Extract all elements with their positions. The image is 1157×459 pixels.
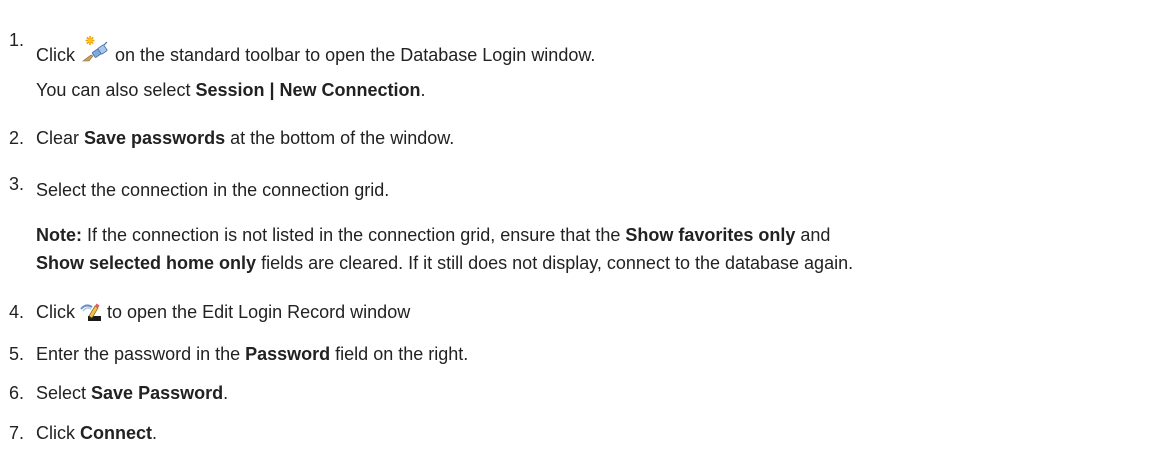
new-connection-icon[interactable] <box>80 34 110 64</box>
step-number: 1. <box>9 30 25 50</box>
step-number: 4. <box>9 302 25 322</box>
step-3-note-line-1: Note: If the connection is not listed in… <box>36 225 831 245</box>
step-2-text: Clear Save passwords at the bottom of th… <box>36 128 455 148</box>
edit-login-record-icon[interactable] <box>80 302 102 322</box>
step-4-text: Click to open the Edit Login Record wind… <box>36 302 411 322</box>
step-number: 2. <box>9 128 25 148</box>
instructions-document: 1. Click on the standard toolbar to open… <box>0 0 1157 459</box>
step-number: 3. <box>9 174 25 194</box>
step-3-text: Select the connection in the connection … <box>36 180 390 200</box>
step-number: 6. <box>9 383 25 403</box>
step-1-subline: You can also select Session | New Connec… <box>36 80 426 100</box>
step-3-note-line-2: Show selected home only fields are clear… <box>36 253 854 273</box>
step-number: 5. <box>9 344 25 364</box>
step-1-text: Click on the standard toolbar to open th… <box>36 36 595 66</box>
step-6-text: Select Save Password. <box>36 383 229 403</box>
step-5-text: Enter the password in the Password field… <box>36 344 469 364</box>
step-7-text: Click Connect. <box>36 423 158 443</box>
step-number: 7. <box>9 423 25 443</box>
